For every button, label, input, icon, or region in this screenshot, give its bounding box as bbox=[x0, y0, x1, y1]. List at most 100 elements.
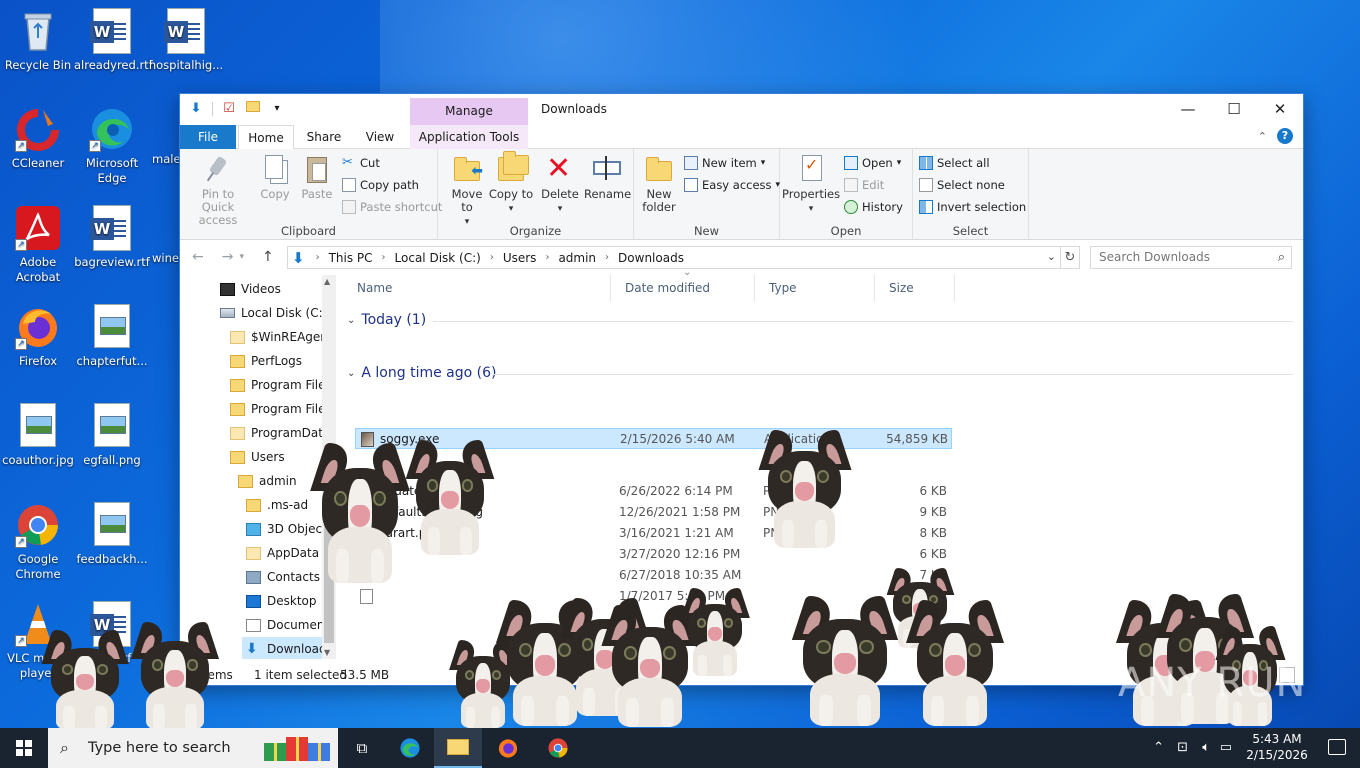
close-button[interactable]: ✕ bbox=[1257, 94, 1303, 125]
rename-button[interactable]: Rename bbox=[584, 153, 631, 201]
copy-to-button[interactable]: Copy to ▾ bbox=[488, 151, 534, 216]
taskbar-firefox-button[interactable] bbox=[484, 728, 532, 768]
table-row[interactable]: 1/7/2017 5:15 PM 12 KB bbox=[355, 586, 952, 607]
down-arrow-icon[interactable]: ⬇ bbox=[188, 101, 204, 117]
nav-item-users[interactable]: Users bbox=[230, 445, 285, 469]
nav-item-contacts[interactable]: Contacts bbox=[246, 565, 320, 589]
nav-item-3d-objects[interactable]: 3D Objects bbox=[246, 517, 333, 541]
delete-button[interactable]: ✕ Delete ▾ bbox=[538, 153, 582, 216]
nav-item-winreagent[interactable]: $WinREAgent bbox=[230, 325, 333, 349]
forward-arrow-icon[interactable]: → bbox=[222, 249, 234, 265]
desktop-icon-ccleaner[interactable]: ↗ CCleaner bbox=[0, 106, 76, 171]
tab-home[interactable]: Home bbox=[238, 125, 294, 150]
meet-now-icon[interactable]: ⊡ bbox=[1177, 740, 1188, 755]
search-downloads-input[interactable]: Search Downloads ⌕ bbox=[1090, 246, 1292, 269]
table-row[interactable]: 3/27/2020 12:16 PM 6 KB bbox=[355, 544, 952, 565]
maximize-button[interactable]: ☐ bbox=[1211, 94, 1257, 125]
breadcrumb-separator-icon[interactable]: › bbox=[311, 252, 325, 263]
nav-item-ms-ad[interactable]: .ms-ad bbox=[246, 493, 308, 517]
file-list[interactable]: Name Date modified Type Size ⌄ ⌄ Today (… bbox=[343, 267, 1298, 665]
notifications-icon[interactable] bbox=[1328, 739, 1346, 755]
column-header-size[interactable]: Size bbox=[875, 275, 955, 301]
properties-check-icon[interactable]: ☑ bbox=[221, 101, 237, 117]
breadcrumb-separator-icon[interactable]: › bbox=[485, 252, 499, 263]
edit-button[interactable]: Edit bbox=[844, 177, 884, 193]
file-row-selected[interactable]: soggy.exe 2/15/2026 5:40 AM Application 54,… bbox=[355, 428, 952, 449]
tab-view[interactable]: View bbox=[354, 125, 406, 149]
minimize-button[interactable]: — bbox=[1165, 94, 1211, 125]
breadcrumb-separator-icon[interactable]: › bbox=[600, 252, 614, 263]
title-bar[interactable]: ⬇ ☑ ▾ Manage Downloads — ☐ ✕ bbox=[180, 94, 1303, 125]
collapse-ribbon-chevron-icon[interactable]: ⌃ bbox=[1258, 130, 1267, 143]
desktop-icon-bagreview[interactable]: W bagreview.rtf bbox=[74, 205, 150, 270]
scroll-down-arrow-icon[interactable]: ▼ bbox=[324, 648, 330, 657]
breadcrumb-downloads[interactable]: Downloads bbox=[614, 251, 688, 265]
group-header-long-time-ago[interactable]: ⌄ A long time ago (6) bbox=[347, 365, 496, 381]
column-header-date-modified[interactable]: Date modified bbox=[611, 275, 755, 301]
task-view-button[interactable]: ⧉ bbox=[338, 728, 386, 768]
back-arrow-icon[interactable]: ← bbox=[192, 249, 204, 265]
select-all-button[interactable]: Select all bbox=[919, 155, 990, 171]
copy-button[interactable]: Copy bbox=[254, 153, 296, 201]
history-button[interactable]: History bbox=[844, 199, 903, 215]
tab-file[interactable]: File bbox=[180, 125, 236, 149]
select-none-button[interactable]: Select none bbox=[919, 177, 1005, 193]
nav-item-desktop[interactable]: Desktop bbox=[246, 589, 317, 613]
nav-item-admin[interactable]: admin bbox=[238, 469, 297, 493]
breadcrumb-separator-icon[interactable]: › bbox=[377, 252, 391, 263]
manage-contextual-tab[interactable]: Manage bbox=[410, 98, 528, 125]
tab-application-tools[interactable]: Application Tools bbox=[410, 125, 528, 149]
new-folder-button[interactable]: New folder bbox=[638, 153, 680, 214]
taskbar-chrome-button[interactable] bbox=[534, 728, 582, 768]
table-row[interactable]: carart.png 3/16/2021 1:21 AM PNG File 8 KB bbox=[355, 523, 952, 544]
column-header-name[interactable]: Name bbox=[343, 275, 611, 301]
new-item-button[interactable]: New item ▾ bbox=[684, 155, 765, 171]
recent-locations-chevron-icon[interactable]: ▾ bbox=[239, 252, 244, 265]
desktop-icon-hospitalhig[interactable]: W hospitalhig... bbox=[148, 8, 224, 73]
cut-button[interactable]: ✂ Cut bbox=[342, 155, 380, 171]
desktop-icon-recycle-bin[interactable]: Recycle Bin bbox=[0, 8, 76, 73]
network-icon[interactable]: ▭ bbox=[1220, 740, 1232, 755]
nav-item-program-files[interactable]: Program Files bbox=[230, 373, 332, 397]
breadcrumb-admin[interactable]: admin bbox=[554, 251, 600, 265]
new-folder-icon[interactable] bbox=[245, 101, 261, 117]
desktop-icon-coauthor[interactable]: coauthor.jpg bbox=[0, 403, 76, 468]
refresh-button[interactable]: ↻ bbox=[1060, 246, 1080, 269]
breadcrumb-this-pc[interactable]: This PC bbox=[325, 251, 377, 265]
nav-item-appdata[interactable]: AppData bbox=[246, 541, 319, 565]
address-history-chevron-icon[interactable]: ⌄ bbox=[1047, 250, 1056, 263]
desktop-icon-alreadyred[interactable]: W alreadyred.rtf bbox=[74, 8, 153, 73]
desktop-icon-chapterfut[interactable]: chapterfut... bbox=[74, 304, 150, 369]
scrollbar-thumb[interactable] bbox=[324, 463, 334, 643]
desktop-icon-firefox[interactable]: ↗ Firefox bbox=[0, 304, 76, 369]
nav-item-videos[interactable]: Videos bbox=[220, 277, 281, 301]
up-arrow-icon[interactable]: ↑ bbox=[262, 249, 274, 265]
help-icon[interactable]: ? bbox=[1277, 128, 1293, 144]
taskbar-edge-button[interactable] bbox=[386, 728, 434, 768]
show-hidden-icons-chevron-icon[interactable]: ⌃ bbox=[1153, 740, 1164, 755]
invert-selection-button[interactable]: Invert selection bbox=[919, 199, 1026, 215]
table-row[interactable]: 6/27/2018 10:35 AM 7 KB bbox=[355, 565, 952, 586]
taskbar-search-box[interactable]: ⌕ Type here to search bbox=[48, 728, 338, 768]
nav-item-programdata[interactable]: ProgramData bbox=[230, 421, 330, 445]
gift-boxes-icon[interactable] bbox=[264, 735, 332, 761]
group-header-today[interactable]: ⌄ Today (1) bbox=[347, 312, 426, 328]
desktop-icon-vlc[interactable]: ↗ VLC media player bbox=[0, 601, 76, 681]
navigation-pane[interactable]: Videos Local Disk (C:) $WinREAgent PerfL… bbox=[180, 275, 336, 659]
chevron-down-icon[interactable]: ▾ bbox=[269, 101, 285, 117]
nav-item-program-files-x86[interactable]: Program Files bbox=[230, 397, 332, 421]
table-row[interactable]: defaultfriend.png 12/26/2021 1:58 PM PNG F… bbox=[355, 502, 952, 523]
table-row[interactable]: updatedword.png 6/26/2022 6:14 PM PNG File… bbox=[355, 481, 952, 502]
start-button[interactable] bbox=[0, 728, 48, 768]
open-button[interactable]: Open ▾ bbox=[844, 155, 901, 171]
paste-button[interactable]: Paste bbox=[296, 153, 338, 201]
address-bar[interactable]: ⬇ › This PC › Local Disk (C:) › Users › … bbox=[287, 246, 1061, 269]
copy-path-button[interactable]: Copy path bbox=[342, 177, 419, 193]
move-to-button[interactable]: ⬅ Move to ▾ bbox=[444, 153, 490, 229]
desktop-icon-egfall[interactable]: egfall.png bbox=[74, 403, 150, 468]
scroll-up-arrow-icon[interactable]: ▲ bbox=[324, 277, 330, 286]
nav-item-perflogs[interactable]: PerfLogs bbox=[230, 349, 302, 373]
nav-item-downloads[interactable]: ⬇ Downloads bbox=[242, 637, 333, 659]
column-header-type[interactable]: Type bbox=[755, 275, 875, 301]
desktop-icon-rtf[interactable]: W ...er.rtf bbox=[74, 601, 150, 666]
